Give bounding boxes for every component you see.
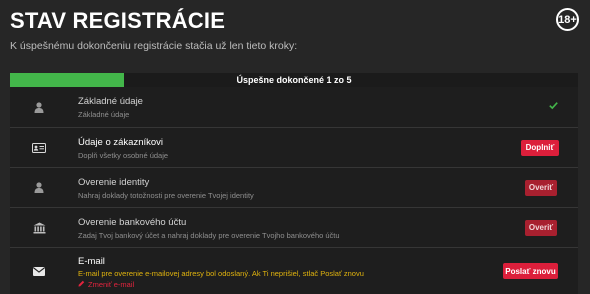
age-18-badge: 18+: [556, 8, 579, 31]
step-description: Doplň všetky osobné údaje: [78, 151, 169, 160]
change-email-link[interactable]: Zmeniť e-mail: [78, 280, 134, 289]
change-email-label: Zmeniť e-mail: [88, 280, 135, 289]
step-title: E-mail: [78, 256, 105, 267]
step-basic-info: Základné údaje Základné údaje: [10, 87, 578, 128]
page-subtitle: K úspešnému dokončeniu registrácie stači…: [10, 40, 298, 52]
step-description: Základné údaje: [78, 110, 130, 119]
verify-identity-button[interactable]: Overiť: [525, 179, 557, 196]
page-title: STAV REGISTRÁCIE: [10, 8, 226, 33]
pencil-icon: [78, 280, 85, 289]
step-description: E-mail pre overenie e-mailovej adresy bo…: [78, 269, 364, 278]
step-description: Zadaj Tvoj bankový účet a nahraj doklady…: [78, 231, 340, 240]
step-title: Základné údaje: [78, 96, 143, 107]
step-title: Overenie bankového účtu: [78, 217, 187, 228]
progress-bar: Úspešne dokončené 1 zo 5: [10, 73, 578, 87]
id-card-icon: [32, 141, 46, 155]
step-customer-info: Údaje o zákazníkovi Doplň všetky osobné …: [10, 128, 578, 168]
user-icon: [32, 181, 46, 195]
resend-email-button[interactable]: Poslať znovu: [503, 263, 558, 279]
user-icon: [32, 100, 46, 114]
progress-label: Úspešne dokončené 1 zo 5: [236, 75, 352, 85]
step-title: Overenie identity: [78, 177, 150, 188]
step-bank-verification: Overenie bankového účtu Zadaj Tvoj banko…: [10, 208, 578, 248]
step-identity-verification: Overenie identity Nahraj doklady totožno…: [10, 168, 578, 208]
step-title: Údaje o zákazníkovi: [78, 137, 164, 148]
verify-bank-button[interactable]: Overiť: [525, 219, 557, 236]
checkmark-icon: [549, 102, 558, 113]
step-email: E-mail E-mail pre overenie e-mailovej ad…: [10, 248, 578, 294]
bank-icon: [32, 221, 46, 235]
step-description: Nahraj doklady totožnosti pre overenie T…: [78, 191, 254, 200]
envelope-icon: [32, 264, 46, 278]
steps-list: Základné údaje Základné údaje Údaje o zá…: [10, 87, 578, 294]
fill-in-button[interactable]: Doplniť: [521, 139, 559, 156]
